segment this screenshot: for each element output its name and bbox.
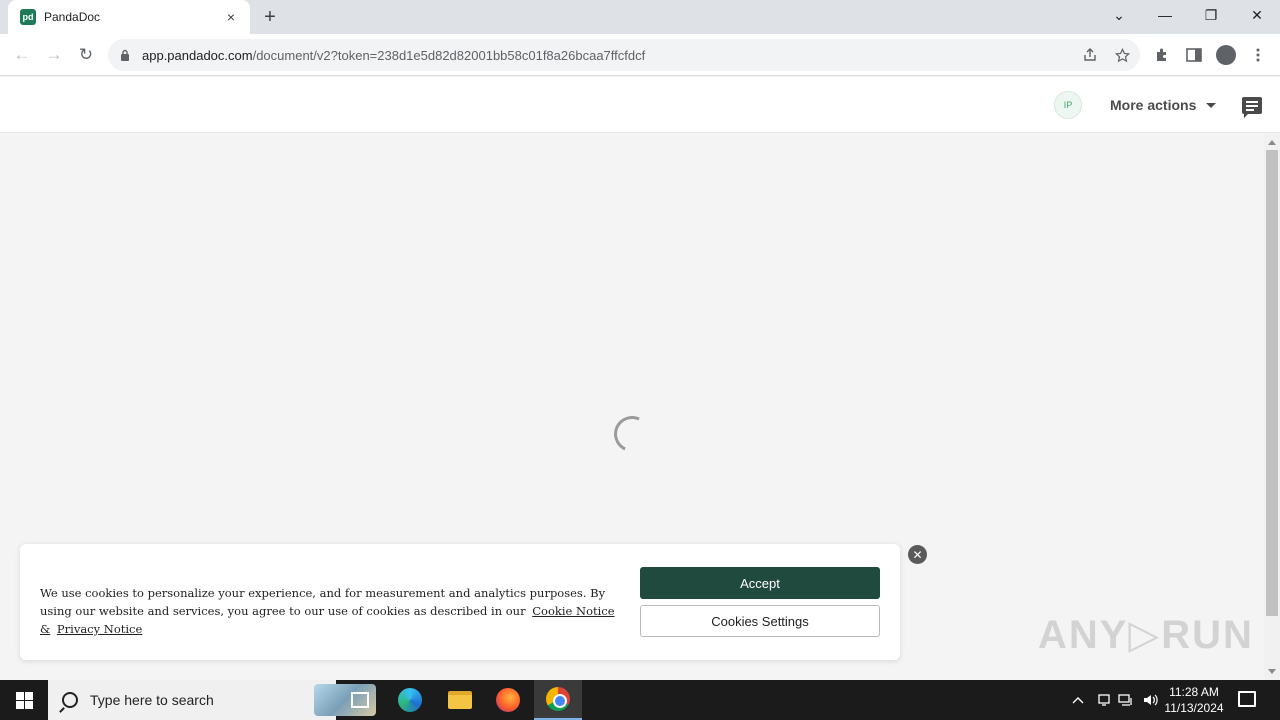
close-icon[interactable]: ✕ — [908, 545, 927, 564]
scroll-thumb[interactable] — [1266, 150, 1278, 616]
network-icon[interactable] — [1116, 680, 1136, 720]
cookies-settings-button[interactable]: Cookies Settings — [640, 605, 880, 637]
privacy-notice-link[interactable]: Privacy Notice — [57, 622, 142, 636]
lock-icon[interactable] — [120, 48, 134, 62]
notification-center-icon[interactable] — [1238, 691, 1256, 707]
browser-toolbar: ← → ↻ app.pandadoc.com/document/v2?token… — [0, 34, 1280, 76]
taskbar-search-placeholder: Type here to search — [90, 692, 214, 708]
page-scrollbar[interactable] — [1264, 134, 1280, 680]
new-tab-button[interactable]: + — [260, 7, 280, 27]
start-button[interactable] — [0, 680, 48, 720]
device-icon[interactable] — [1094, 680, 1114, 720]
firefox-icon — [496, 688, 520, 712]
extensions-icon[interactable] — [1152, 45, 1172, 65]
comments-icon[interactable] — [1242, 97, 1262, 118]
app-header: IP More actions — [0, 77, 1280, 133]
caret-down-icon — [1206, 102, 1217, 108]
show-hidden-icons-chevron-icon[interactable] — [1068, 680, 1088, 720]
chrome-icon — [546, 687, 570, 711]
volume-icon[interactable] — [1140, 680, 1160, 720]
minimize-button[interactable]: — — [1142, 0, 1188, 30]
cookie-banner-text: We use cookies to personalize your exper… — [40, 586, 606, 618]
more-actions-dropdown[interactable]: More actions — [1110, 95, 1217, 115]
reload-button[interactable]: ↻ — [74, 43, 98, 67]
user-avatar[interactable]: IP — [1054, 91, 1082, 119]
loading-spinner-icon — [608, 410, 656, 458]
tab-title: PandaDoc — [44, 10, 101, 24]
url-text[interactable]: app.pandadoc.com/document/v2?token=238d1… — [142, 48, 645, 63]
browser-tab-strip: pd PandaDoc × + ⌄ — ❐ ✕ — [0, 0, 1280, 34]
browser-tab[interactable]: pd PandaDoc × — [8, 0, 250, 34]
browser-menu-icon[interactable] — [1248, 45, 1268, 65]
profile-avatar-icon[interactable] — [1216, 45, 1236, 65]
taskbar-firefox[interactable] — [484, 680, 532, 720]
task-view-button[interactable] — [336, 680, 384, 720]
windows-logo-icon — [15, 691, 33, 709]
taskbar-file-explorer[interactable] — [436, 680, 484, 720]
taskbar-search-box[interactable]: Type here to search — [48, 680, 376, 720]
share-icon[interactable] — [1082, 47, 1098, 63]
restore-button[interactable]: ❐ — [1188, 0, 1234, 30]
scroll-up-arrow-icon[interactable] — [1268, 140, 1276, 145]
windows-taskbar: Type here to search 11:28 AM 11/13/2024 — [0, 680, 1280, 720]
more-actions-label: More actions — [1110, 97, 1197, 113]
folder-icon — [448, 691, 472, 709]
clock-date: 11/13/2024 — [1164, 701, 1224, 715]
cookie-banner: We use cookies to personalize your exper… — [20, 544, 900, 660]
tab-close-icon[interactable]: × — [222, 8, 240, 26]
url-host: app.pandadoc.com — [142, 47, 253, 63]
task-view-icon — [351, 692, 369, 708]
forward-button[interactable]: → — [42, 43, 66, 67]
anyrun-watermark: ANY▷RUN — [1038, 613, 1254, 657]
side-panel-icon[interactable] — [1184, 45, 1204, 65]
back-button[interactable]: ← — [10, 43, 34, 67]
address-bar[interactable]: app.pandadoc.com/document/v2?token=238d1… — [108, 39, 1140, 71]
bookmark-star-icon[interactable] — [1114, 47, 1130, 63]
cookie-banner-text-block: We use cookies to personalize your exper… — [40, 584, 615, 638]
scroll-down-arrow-icon[interactable] — [1268, 669, 1276, 674]
accept-cookies-button[interactable]: Accept — [640, 567, 880, 599]
url-path: /document/v2?token=238d1e5d82d82001bb58c… — [252, 47, 646, 63]
clock-time: 11:28 AM — [1169, 685, 1219, 699]
close-window-button[interactable]: ✕ — [1234, 0, 1280, 30]
pandadoc-favicon-icon: pd — [20, 9, 36, 25]
taskbar-edge[interactable] — [386, 680, 434, 720]
search-icon — [62, 692, 78, 708]
tab-search-dropdown-icon[interactable]: ⌄ — [1096, 0, 1142, 30]
taskbar-clock[interactable]: 11:28 AM 11/13/2024 — [1162, 684, 1226, 716]
taskbar-chrome[interactable] — [534, 680, 582, 720]
edge-icon — [398, 688, 422, 712]
